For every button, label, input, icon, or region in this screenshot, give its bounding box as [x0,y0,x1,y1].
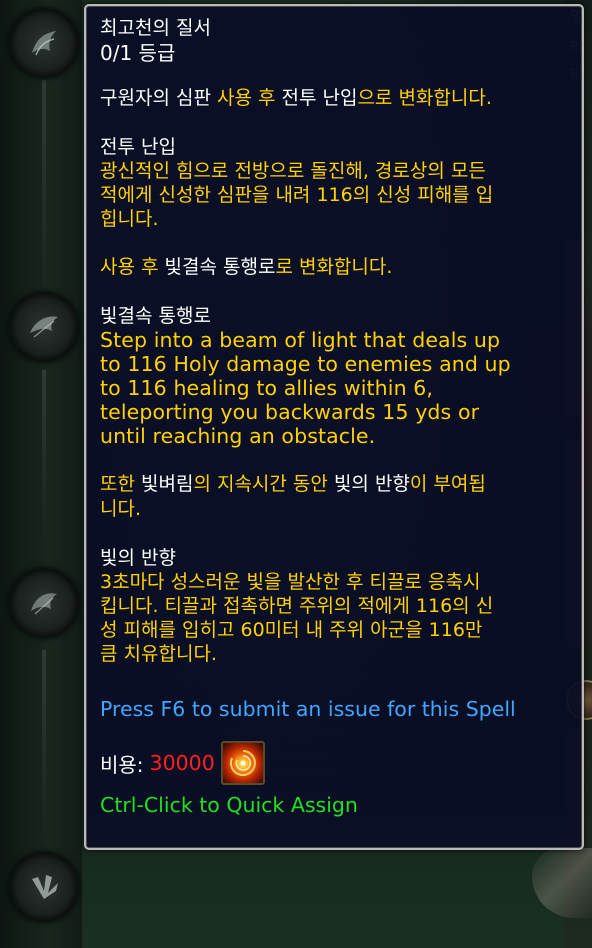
intro-part: 으로 변화합니다. [357,87,492,109]
section-line: 큼 치유합니다. [100,643,217,665]
section-line: to 116 healing to allies within 6, [100,376,434,400]
buff-note-cont: 니다. [100,498,141,520]
talent-connector [42,80,46,310]
section-line: 성 피해를 입히고 60미터 내 주위 아군을 116만 [100,619,483,641]
cost-row: 비용: 30000 [100,740,582,786]
talent-node-wing-icon[interactable] [9,292,79,362]
buff-note-part: 의 지속시간 동안 [193,473,328,495]
buff-note-part: 이 부여됩 [409,473,486,495]
talent-node-wing-icon[interactable] [9,568,79,638]
intro-part: 사용 후 [216,87,276,109]
talent-node-fan-icon[interactable] [9,852,79,922]
section-title: 빛의 반향 [100,547,176,569]
spell-intro: 구원자의 심판 사용 후 전투 난입으로 변화합니다. [100,86,582,111]
talent-connector [42,650,46,840]
spell-transition: 사용 후 빛결속 통행로로 변화합니다. [100,255,582,280]
fire-vortex-icon [220,741,265,785]
talent-connector [42,370,46,540]
section-line: 적에게 신성한 심판을 내려 116의 신성 피해를 입 [100,184,494,206]
section-line: 힙니다. [100,208,159,230]
intro-part: 전투 난입 [275,87,358,109]
transition-part: 사용 후 [100,256,159,278]
talent-tree-rail [0,0,82,948]
quick-assign-hint: Ctrl-Click to Quick Assign [100,793,358,817]
section-line: 광신적인 힘으로 전방으로 돌진해, 경로상의 모든 [100,160,486,182]
section-line: Step into a beam of light that deals up [100,328,501,352]
section-line: until reaching an obstacle. [100,424,376,448]
section-line: teleporting you backwards 15 yds or [100,400,480,424]
spell-name: 최고천의 질서 [100,17,211,39]
talent-node-claw-icon[interactable] [9,8,79,78]
cost-label: 비용: [100,752,144,777]
cost-value: 30000 [149,751,215,775]
report-issue-hint: Press F6 to submit an issue for this Spe… [100,697,516,721]
feather-decoration [532,848,592,918]
spell-rank: 0/1 등급 [100,41,176,65]
section-title: 빛결속 통행로 [100,305,211,327]
buff-note-part: 빛벼림 [134,473,194,495]
intro-part: 구원자의 심판 [100,87,217,109]
section-title: 전투 난입 [100,136,176,158]
spell-tooltip: 최고천의 질서 0/1 등급 구원자의 심판 사용 후 전투 난입으로 변화합니… [84,4,584,850]
section-line: to 116 Holy damage to enemies and up [100,352,511,376]
buff-note: 또한 빛벼림의 지속시간 동안 빛의 반향이 부여됩 [100,472,582,497]
transition-part: 빛결속 통행로 [158,256,276,278]
buff-note-part: 또한 [100,473,135,495]
section-line: 킵니다. 티끌과 접촉하면 주위의 적에게 116의 신 [100,595,494,617]
transition-part: 로 변화합니다. [275,256,393,278]
section-line: 3초마다 성스러운 빛을 발산한 후 티끌로 응축시 [100,571,481,593]
buff-note-part: 빛의 반향 [327,473,410,495]
